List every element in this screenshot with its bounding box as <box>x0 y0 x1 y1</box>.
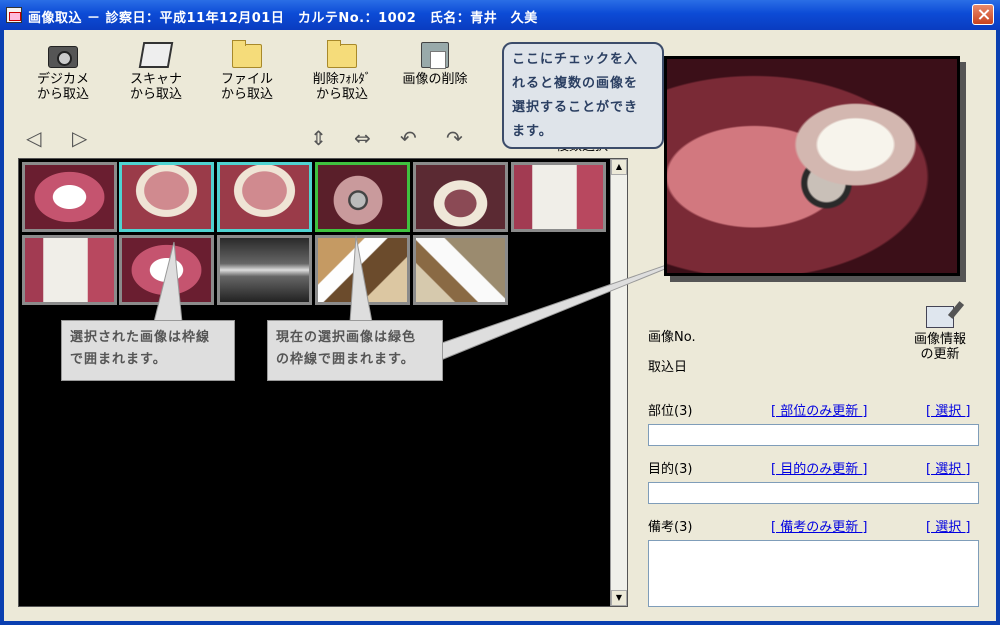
app-icon <box>6 7 22 23</box>
import-camera-label-2: から取込 <box>36 87 89 102</box>
notes-select-link[interactable]: [ 選択 ] <box>926 516 970 535</box>
notes-field[interactable] <box>648 540 979 607</box>
edit-image-icon <box>926 306 954 328</box>
thumbnail[interactable] <box>315 235 410 305</box>
callout-text: で囲まれます。 <box>70 352 167 367</box>
scanner-icon <box>138 42 174 68</box>
notes-label: 備考(3) <box>648 520 693 535</box>
delete-image-button[interactable]: 画像の削除 <box>394 42 476 87</box>
multi-select-callout: ここにチェックを入 れると複数の画像を 選択することができ ます。 <box>502 42 664 149</box>
selected-border-callout: 選択された画像は枠線 で囲まれます。 <box>61 320 235 381</box>
thumbnail[interactable] <box>413 162 508 232</box>
scroll-down-arrow-icon[interactable]: ▼ <box>611 590 627 606</box>
part-field[interactable] <box>648 424 979 446</box>
callout-text: ます。 <box>512 124 553 139</box>
window-title: 画像取込 － 診察日：平成11年12月01日 カルテNo.：1002 氏名：青井… <box>28 11 538 26</box>
thumbnail-current[interactable] <box>315 162 410 232</box>
import-scanner-label-2: から取込 <box>129 87 182 102</box>
thumbnail-pane[interactable]: ▲ ▼ <box>18 158 628 607</box>
image-no-label: 画像No. <box>648 330 696 345</box>
title-bar[interactable]: 画像取込 － 診察日：平成11年12月01日 カルテNo.：1002 氏名：青井… <box>0 0 1000 30</box>
purpose-field[interactable] <box>648 482 979 504</box>
vertical-scrollbar[interactable]: ▲ ▼ <box>610 159 627 606</box>
delete-image-icon <box>421 42 449 69</box>
app-window: 画像取込 － 診察日：平成11年12月01日 カルテNo.：1002 氏名：青井… <box>0 0 1000 625</box>
part-update-link[interactable]: [ 部位のみ更新 ] <box>771 400 867 419</box>
next-image-button[interactable]: ▷ <box>72 128 87 148</box>
thumbnail[interactable] <box>22 235 117 305</box>
import-delete-folder-label-2: から取込 <box>315 87 368 102</box>
client-area: デジカメ から取込 スキャナ から取込 ファイル から取込 削除ﾌｫﾙﾀﾞ から… <box>4 30 996 621</box>
purpose-update-link[interactable]: [ 目的のみ更新 ] <box>771 458 867 477</box>
callout-text: 選択された画像は枠線 <box>70 330 211 345</box>
import-file-button[interactable]: ファイル から取込 <box>212 40 282 102</box>
import-camera-label: デジカメ <box>36 72 89 87</box>
update-image-info-label-2: の更新 <box>920 347 960 362</box>
part-select-link[interactable]: [ 選択 ] <box>926 400 970 419</box>
import-scanner-label: スキャナ <box>129 72 182 87</box>
thumbnail[interactable] <box>217 235 312 305</box>
thumbnail[interactable] <box>119 235 214 305</box>
callout-text: 選択することができ <box>512 100 639 115</box>
delete-image-label: 画像の削除 <box>402 72 468 87</box>
import-file-label-2: から取込 <box>220 87 273 102</box>
close-button[interactable] <box>972 4 994 25</box>
prev-image-button[interactable]: ◁ <box>26 128 41 148</box>
current-border-callout: 現在の選択画像は緑色 の枠線で囲まれます。 <box>267 320 443 381</box>
purpose-label: 目的(3) <box>648 462 693 477</box>
recycle-folder-icon <box>327 40 357 68</box>
thumbnail[interactable] <box>413 235 508 305</box>
folder-icon <box>232 40 262 68</box>
import-scanner-button[interactable]: スキャナ から取込 <box>120 42 192 102</box>
part-label: 部位(3) <box>648 404 693 419</box>
callout-text: ここにチェックを入 <box>512 52 639 67</box>
camera-icon <box>48 46 78 68</box>
thumbnail-selected[interactable] <box>217 162 312 232</box>
rotate-right-button[interactable]: ↷ <box>446 128 463 148</box>
thumbnail[interactable] <box>22 162 117 232</box>
flip-vertical-button[interactable]: ⇕ <box>310 128 327 148</box>
import-file-label: ファイル <box>220 72 273 87</box>
notes-update-link[interactable]: [ 備考のみ更新 ] <box>771 516 867 535</box>
import-delete-folder-label: 削除ﾌｫﾙﾀﾞ <box>312 72 372 87</box>
callout-text: れると複数の画像を <box>512 76 639 91</box>
import-delete-folder-button[interactable]: 削除ﾌｫﾙﾀﾞ から取込 <box>302 40 382 102</box>
callout-text: 現在の選択画像は緑色 <box>276 330 417 345</box>
thumbnail-selected[interactable] <box>119 162 214 232</box>
import-camera-button[interactable]: デジカメ から取込 <box>28 46 98 102</box>
image-preview <box>664 56 960 276</box>
thumbnail[interactable] <box>511 162 606 232</box>
callout-text: の枠線で囲まれます。 <box>276 352 415 367</box>
update-image-info-button[interactable]: 画像情報 の更新 <box>902 306 978 362</box>
scroll-up-arrow-icon[interactable]: ▲ <box>611 159 627 175</box>
flip-horizontal-button[interactable]: ⇔ <box>354 128 371 148</box>
import-date-label: 取込日 <box>648 360 688 375</box>
rotate-left-button[interactable]: ↶ <box>400 128 417 148</box>
purpose-select-link[interactable]: [ 選択 ] <box>926 458 970 477</box>
update-image-info-label: 画像情報 <box>913 332 966 347</box>
